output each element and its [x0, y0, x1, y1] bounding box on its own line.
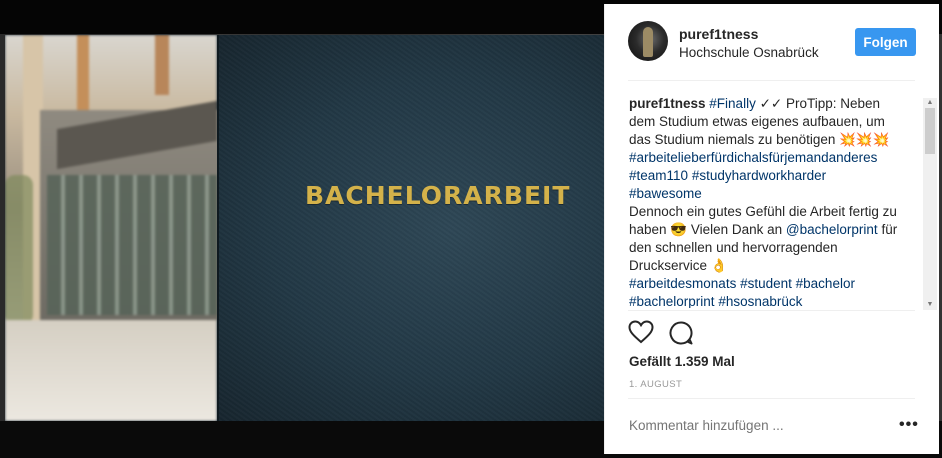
post-side-panel: puref1tness Hochschule Osnabrück Folgen …	[604, 4, 939, 454]
post-date[interactable]: 1. AUGUST	[629, 379, 682, 390]
caption-author-link[interactable]: puref1tness	[629, 96, 706, 111]
header-divider	[628, 80, 915, 81]
book-cover: BACHELORARBEIT	[217, 35, 604, 421]
hashtag-link[interactable]: #hsosnabrück	[718, 294, 802, 308]
book-title: BACHELORARBEIT	[305, 181, 571, 210]
hashtag-link[interactable]: #arbeitdesmonats	[629, 276, 736, 291]
caption-scrollbar[interactable]: ▲ ▼	[923, 98, 937, 310]
more-options-icon[interactable]: •••	[899, 416, 919, 434]
comment-input[interactable]	[629, 418, 879, 433]
location-link[interactable]: Hochschule Osnabrück	[679, 45, 819, 60]
caption-divider	[628, 310, 915, 311]
caption: puref1tness #Finally ✓✓ ProTipp: Neben d…	[629, 95, 901, 308]
comment-icon[interactable]	[668, 320, 696, 348]
heart-icon[interactable]	[628, 320, 656, 348]
post-header: puref1tness Hochschule Osnabrück Folgen	[605, 4, 939, 80]
hashtag-link[interactable]: #student	[740, 276, 792, 291]
hashtag-link[interactable]: #team110	[629, 168, 688, 183]
comment-divider	[628, 398, 915, 399]
building-image	[5, 35, 220, 421]
avatar[interactable]	[628, 21, 668, 61]
hashtag-link[interactable]: #bawesome	[629, 186, 702, 201]
scroll-down-arrow-icon[interactable]: ▼	[923, 300, 937, 310]
scrollbar-thumb[interactable]	[925, 108, 935, 154]
hashtag-link[interactable]: #Finally	[709, 96, 756, 111]
likes-count[interactable]: Gefällt 1.359 Mal	[629, 354, 735, 369]
scroll-up-arrow-icon[interactable]: ▲	[923, 98, 937, 108]
post-photo[interactable]: BACHELORARBEIT	[5, 35, 604, 421]
username-link[interactable]: puref1tness	[679, 26, 758, 42]
hashtag-link[interactable]: #bachelor	[796, 276, 855, 291]
hashtag-link[interactable]: #bachelorprint	[629, 294, 715, 308]
mention-link[interactable]: @bachelorprint	[786, 222, 878, 237]
hashtag-link[interactable]: #arbeitelieberfürdichalsfürjemandanderes	[629, 150, 877, 165]
follow-button[interactable]: Folgen	[855, 28, 916, 56]
hashtag-link[interactable]: #studyhardworkharder	[692, 168, 826, 183]
